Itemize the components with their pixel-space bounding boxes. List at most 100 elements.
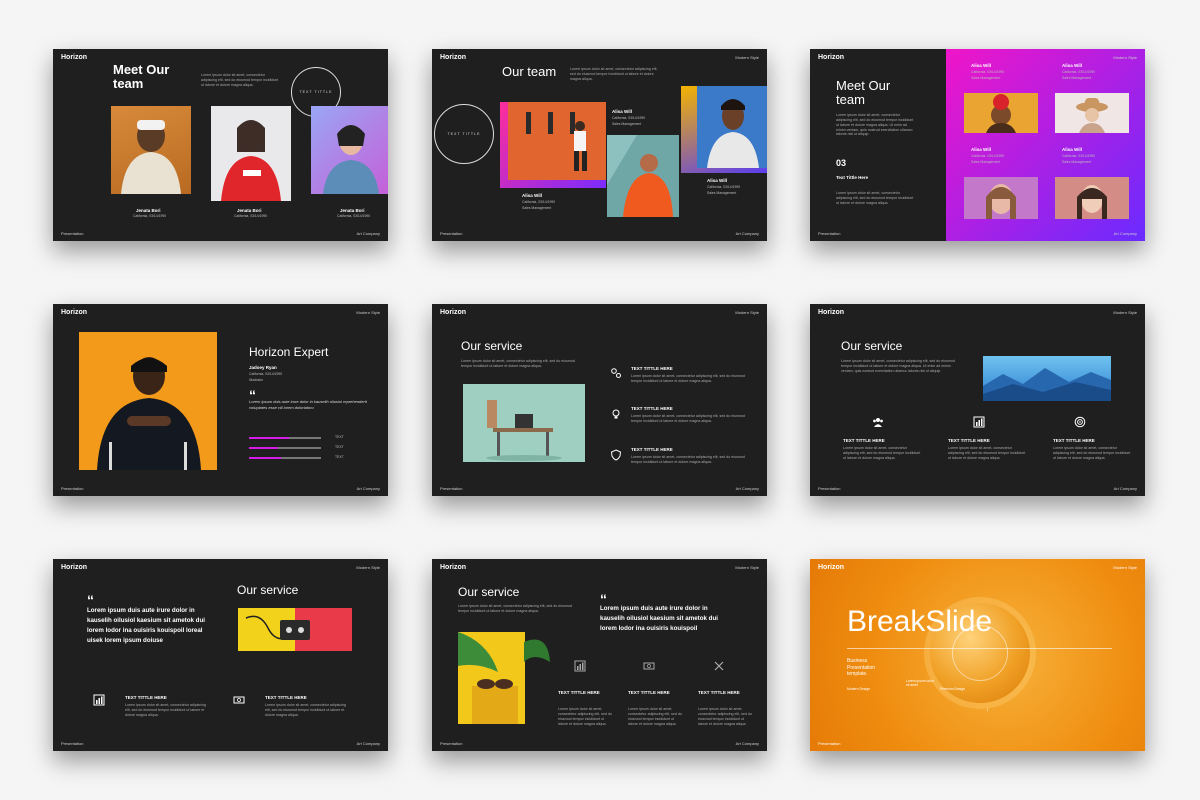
tag-label: Modern Style (1113, 565, 1137, 570)
person-illustration (526, 112, 587, 171)
member-name: Jenata Bori (340, 208, 365, 213)
member-name: Alisa Will (522, 193, 542, 198)
money-icon (233, 696, 245, 704)
service-text: Lorem ipsum dolor sit amet, consectetur … (1053, 446, 1131, 460)
slide-meet-our-team[interactable]: Horizon Meet Our team Lorem ipsum dolor … (53, 49, 388, 241)
section-number: 03 (836, 158, 847, 168)
footer-right: Art Company (1113, 231, 1137, 236)
service-title: TEXT TITTLE HERE (948, 438, 990, 443)
member-role: Sales Management (971, 76, 1001, 80)
member-name: Jenata Bori (136, 208, 161, 213)
chart-icon (574, 660, 586, 672)
circle-label: TEXT TITTLE (447, 132, 481, 136)
service-title: TEXT TITTLE HERE (265, 695, 307, 700)
intro-text: Lorem ipsum dolor sit amet, consectetur … (458, 604, 572, 613)
person-illustration (323, 125, 379, 194)
arrow-down-icon: ↓ (986, 707, 989, 713)
member-name: Alisa Will (612, 109, 632, 114)
brand-logo: Horizon (818, 54, 845, 61)
desk-illustration (486, 400, 562, 461)
footer-left: Presentation (818, 486, 841, 491)
member-photo-2 (211, 106, 291, 201)
slide-horizon-expert[interactable]: Horizon Modern Style Horizon Expert Jado… (53, 304, 388, 496)
tag-label: Modern Style (1113, 55, 1137, 60)
shield-icon (610, 449, 622, 461)
footer-left: Presentation (61, 486, 84, 491)
intro-text: Lorem ipsum dolor sit amet, consectetur … (836, 113, 914, 137)
cassette-photo (238, 608, 352, 651)
cassette-illustration (245, 615, 310, 640)
member-info: California, 03/14/1990 (337, 214, 371, 218)
title-circle: TEXT TITTLE (434, 104, 494, 164)
chart-icon (93, 694, 105, 706)
team-icon (873, 418, 883, 427)
tools-icon (714, 661, 724, 671)
slide-our-service-1[interactable]: Horizon Modern Style Our service Lorem i… (432, 304, 767, 496)
person-illustration (221, 120, 281, 201)
member-info: California, 03/14/1990 (707, 185, 741, 189)
person-illustration (986, 184, 1016, 219)
expert-quote: Lorem ipsum duis aute irure dolor in kau… (249, 399, 367, 410)
member-info: California, 03/14/1990 (612, 116, 646, 120)
slide-our-service-2[interactable]: Horizon Modern Style Our service Lorem i… (810, 304, 1145, 496)
slide-title: Our service (458, 585, 520, 599)
person-illustration (607, 135, 673, 217)
member-name: Alisa Will (1062, 147, 1082, 152)
service-text: Lorem ipsum dolor sit amet, consectetur … (125, 703, 206, 717)
member-name: Jenata Bori (237, 208, 262, 213)
meta-mid: Lorem ipsum dolor sit amet (906, 679, 935, 687)
footer-left: Presentation (61, 231, 84, 236)
expert-name: Jadoey Ryan (249, 365, 277, 370)
service-title: TEXT TITTLE HERE (698, 690, 740, 695)
slide-our-service-3[interactable]: Horizon Modern Style “ Lorem ipsum duis … (53, 559, 388, 751)
brand-logo: Horizon (440, 54, 467, 61)
footer-right: Art Company (1113, 486, 1137, 491)
office-photo (463, 384, 585, 462)
expert-role: Illustrator (249, 378, 263, 382)
circle-label: TEXT TITTLE (299, 90, 333, 94)
skill-label: TEXT (335, 455, 344, 459)
service-text: Lorem ipsum dolor sit amet, consectetur … (948, 446, 1026, 460)
member-info: California, 03/14/1990 (1062, 154, 1096, 158)
member-photo-1 (964, 93, 1038, 133)
intro-text: Lorem ipsum dolor sit amet, consectetur … (461, 359, 575, 368)
footer-right: Art Company (735, 231, 759, 236)
service-title: TEXT TITTLE HERE (558, 690, 600, 695)
footer-right: Art Company (735, 741, 759, 746)
slide-our-service-4[interactable]: Horizon Modern Style Our service Lorem i… (432, 559, 767, 751)
person-illustration (1077, 185, 1107, 219)
brand-logo: Horizon (61, 54, 88, 61)
brand-logo: Horizon (440, 309, 467, 316)
member-name: Alisa Will (971, 63, 991, 68)
member-role: Sales Management (1062, 160, 1092, 164)
brand-logo: Horizon (818, 309, 845, 316)
skill-label: TEXT (335, 435, 344, 439)
slide-meet-our-team-gradient[interactable]: Horizon Meet Our team Lorem ipsum dolor … (810, 49, 1145, 241)
service-title: TEXT TITTLE HERE (628, 690, 670, 695)
service-quote: Lorem ipsum duis aute irure dolor in kau… (87, 607, 205, 644)
member-info: California, 03/14/1990 (234, 214, 268, 218)
service-text: Lorem ipsum dolor sit amet, consectetur … (265, 703, 346, 717)
expert-info: California, 03/14/1990 (249, 372, 283, 376)
section-subtitle: Text Tittle Here (836, 175, 869, 180)
slide-title: Meet Our team (836, 78, 891, 107)
gradient-panel: Modern Style Alisa Will California, 03/1… (946, 49, 1145, 241)
slide-title: Horizon Expert (249, 345, 329, 359)
slide-our-team[interactable]: Horizon Modern Style Our team Lorem ipsu… (432, 49, 767, 241)
tag-label: Modern Style (356, 565, 380, 570)
service-text: Lorem ipsum dolor sit amet, consectetur … (631, 455, 745, 464)
tag-label: Modern Style (356, 310, 380, 315)
divider-line (847, 648, 1112, 649)
footer-right: Art Company (356, 231, 380, 236)
slide-breakslide[interactable]: Horizon Modern Style BreakSlide Business… (810, 559, 1145, 751)
member-photo-2 (607, 135, 679, 217)
service-quote: Lorem ipsum duis aute irure dolor in kau… (600, 605, 718, 632)
slide-title: Our service (461, 339, 523, 353)
member-photo-1 (500, 102, 606, 188)
member-role: Sales Management (1062, 76, 1092, 80)
footer-left: Presentation (818, 231, 841, 236)
footer-right: Art Company (356, 741, 380, 746)
footer-left: Presentation (818, 741, 841, 746)
person-illustration (707, 99, 759, 168)
member-name: Alisa Will (971, 147, 991, 152)
